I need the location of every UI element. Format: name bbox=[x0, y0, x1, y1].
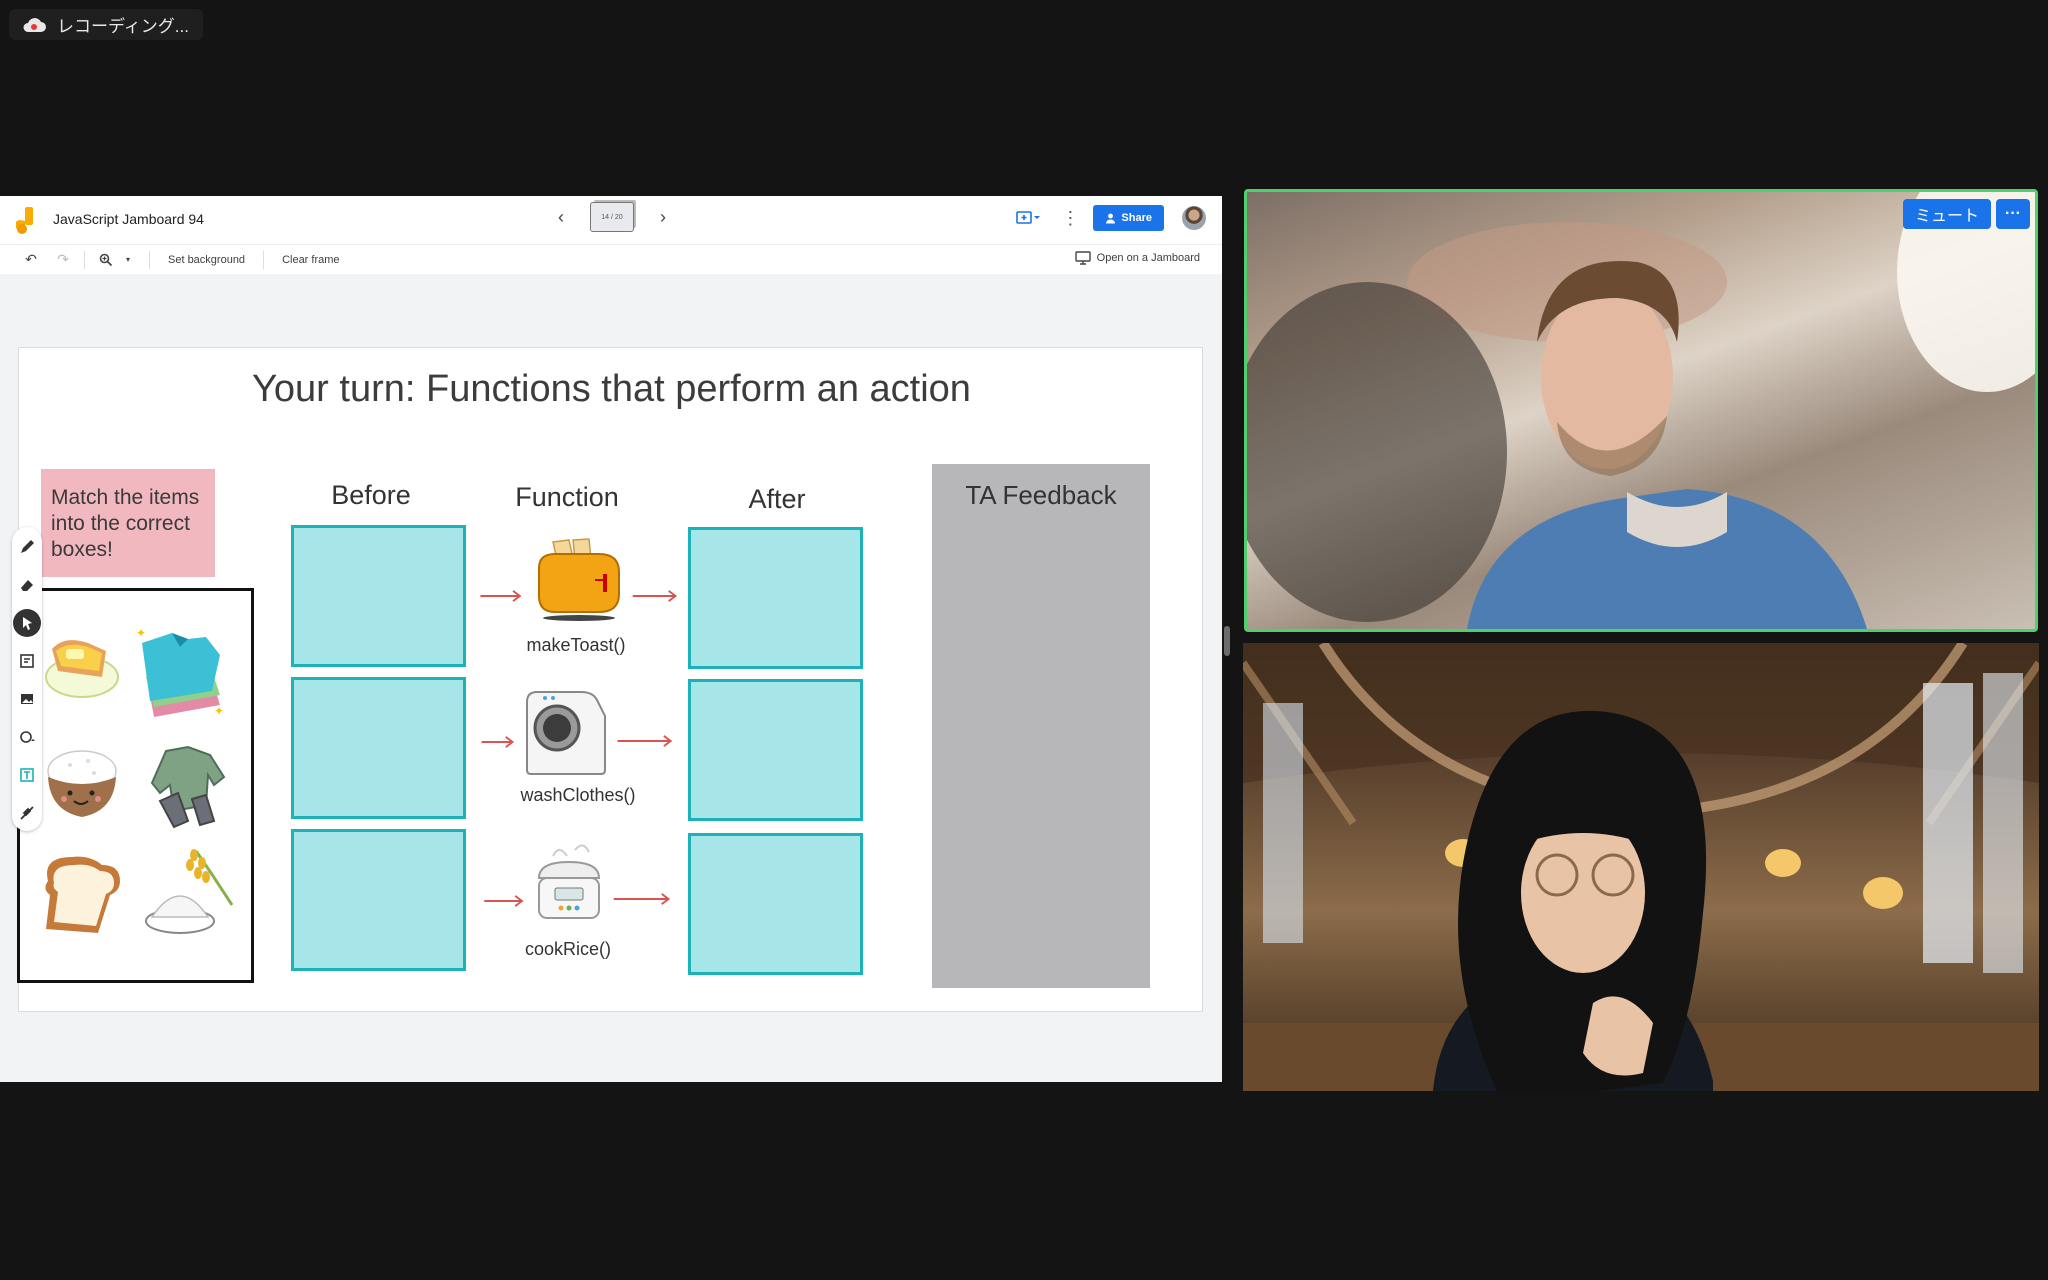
before-drop-box[interactable] bbox=[291, 525, 466, 667]
arrow-right-icon bbox=[480, 590, 522, 602]
more-options-icon[interactable]: ⋮ bbox=[1061, 208, 1079, 229]
after-drop-box[interactable] bbox=[688, 833, 863, 975]
circle-shape-icon[interactable] bbox=[14, 723, 40, 751]
before-drop-box[interactable] bbox=[291, 677, 466, 819]
chevron-right-icon: › bbox=[660, 206, 666, 227]
share-label: Share bbox=[1121, 212, 1152, 224]
eraser-icon[interactable] bbox=[14, 571, 40, 599]
jamboard-header: JavaScript Jamboard 94 ‹ 14 / 20 › ⋮ Sha… bbox=[0, 196, 1222, 244]
laser-pointer-icon[interactable] bbox=[14, 799, 40, 827]
column-header-before: Before bbox=[331, 480, 411, 510]
washing-machine-icon[interactable] bbox=[521, 688, 611, 776]
raw-rice-image[interactable] bbox=[140, 843, 240, 943]
function-label-wash-clothes: washClothes() bbox=[520, 785, 636, 805]
jamboard-toolbar: ↶ ↷ ▾ Set background Clear frame Open on… bbox=[0, 244, 1222, 274]
folded-clothes-image[interactable]: ✦ ✦ bbox=[134, 623, 230, 725]
bread-slice-image[interactable] bbox=[38, 851, 126, 937]
function-label-make-toast: makeToast() bbox=[526, 635, 626, 655]
sticky-note[interactable]: Match the items into the correct boxes! bbox=[41, 469, 215, 577]
meeting-window: レコーディング... JavaScript Jamboard 94 ‹ 14 /… bbox=[0, 0, 2048, 1280]
arrow-right-icon bbox=[613, 893, 671, 905]
sticky-note-icon[interactable] bbox=[14, 647, 40, 675]
video-tile-active-speaker[interactable]: ミュート ··· bbox=[1244, 189, 2038, 632]
clear-frame-button[interactable]: Clear frame bbox=[274, 254, 347, 266]
recording-indicator[interactable]: レコーディング... bbox=[9, 9, 203, 40]
slide-title: Your turn: Functions that perform an act… bbox=[252, 368, 971, 410]
wrinkled-clothes-image[interactable] bbox=[146, 741, 232, 831]
frame-counter: 14 / 20 bbox=[601, 213, 623, 221]
magnifier-icon bbox=[99, 253, 113, 266]
more-dots-icon: ··· bbox=[2005, 205, 2021, 222]
ta-feedback-title: TA Feedback bbox=[965, 480, 1117, 510]
before-drop-box[interactable] bbox=[291, 829, 466, 971]
chevron-left-icon: ‹ bbox=[558, 206, 564, 227]
column-header-function: Function bbox=[515, 482, 619, 512]
ta-feedback-panel[interactable]: TA Feedback bbox=[932, 464, 1150, 988]
pen-icon[interactable] bbox=[14, 533, 40, 561]
rice-bowl-image[interactable] bbox=[42, 741, 122, 827]
function-label-cook-rice: cookRice() bbox=[524, 939, 612, 959]
jamboard-frame-canvas[interactable]: Your turn: Functions that perform an act… bbox=[17, 347, 1203, 1012]
share-button[interactable]: Share bbox=[1093, 205, 1164, 231]
svg-text:✦: ✦ bbox=[214, 704, 224, 718]
mute-participant-button[interactable]: ミュート bbox=[1902, 199, 1991, 229]
cloud-recording-icon bbox=[23, 17, 46, 32]
zoom-icon[interactable] bbox=[95, 249, 117, 271]
next-frame-button[interactable]: › bbox=[652, 206, 674, 228]
undo-icon[interactable]: ↶ bbox=[20, 249, 42, 271]
items-palette: ✦ ✦ bbox=[17, 588, 254, 983]
toaster-icon[interactable] bbox=[533, 538, 625, 622]
arrow-right-icon bbox=[617, 735, 673, 747]
jamboard-logo-icon bbox=[16, 207, 33, 234]
split-view-resize-handle[interactable] bbox=[1224, 626, 1230, 656]
monitor-icon bbox=[1074, 251, 1091, 265]
column-header-after: After bbox=[748, 484, 806, 514]
toast-stack-image[interactable] bbox=[42, 621, 120, 701]
frame-navigator: ‹ 14 / 20 › bbox=[550, 202, 674, 232]
jamboard-title[interactable]: JavaScript Jamboard 94 bbox=[53, 211, 204, 227]
header-actions: ⋮ Share bbox=[1013, 205, 1206, 231]
person-add-icon bbox=[1106, 213, 1116, 223]
toolbar-divider bbox=[149, 250, 150, 269]
arrow-right-icon bbox=[632, 590, 678, 602]
select-cursor-icon[interactable] bbox=[13, 609, 41, 637]
present-to-screen-icon bbox=[1016, 211, 1041, 224]
arrow-right-icon bbox=[484, 895, 524, 907]
recording-label: レコーディング... bbox=[57, 17, 189, 36]
arrow-right-icon bbox=[481, 736, 515, 748]
open-on-jamboard-button[interactable]: Open on a Jamboard bbox=[1074, 251, 1200, 265]
participant-video-feed bbox=[1243, 643, 2039, 1091]
after-drop-box[interactable] bbox=[688, 527, 863, 669]
shared-screen-jamboard: JavaScript Jamboard 94 ‹ 14 / 20 › ⋮ Sha… bbox=[0, 196, 1222, 1082]
frame-bar-button[interactable]: 14 / 20 bbox=[590, 202, 634, 232]
zoom-dropdown-icon[interactable]: ▾ bbox=[117, 249, 139, 271]
set-background-button[interactable]: Set background bbox=[160, 254, 253, 266]
after-drop-box[interactable] bbox=[688, 679, 863, 821]
cast-frame-button[interactable] bbox=[1013, 206, 1043, 230]
open-on-jamboard-label: Open on a Jamboard bbox=[1096, 252, 1200, 264]
video-tile-participant[interactable] bbox=[1243, 643, 2039, 1091]
svg-text:✦: ✦ bbox=[136, 626, 146, 640]
participant-video-feed bbox=[1247, 192, 2035, 629]
toolbar-divider bbox=[84, 250, 85, 269]
more-options-button[interactable]: ··· bbox=[1996, 199, 2030, 229]
rice-cooker-icon[interactable] bbox=[531, 838, 609, 930]
toolbar-divider bbox=[263, 250, 265, 269]
previous-frame-button[interactable]: ‹ bbox=[550, 206, 572, 228]
text-box-icon[interactable] bbox=[14, 761, 40, 789]
drawing-tools-sidebar bbox=[12, 527, 42, 831]
redo-icon[interactable]: ↷ bbox=[52, 249, 74, 271]
image-icon[interactable] bbox=[14, 685, 40, 713]
user-avatar[interactable] bbox=[1182, 206, 1206, 230]
